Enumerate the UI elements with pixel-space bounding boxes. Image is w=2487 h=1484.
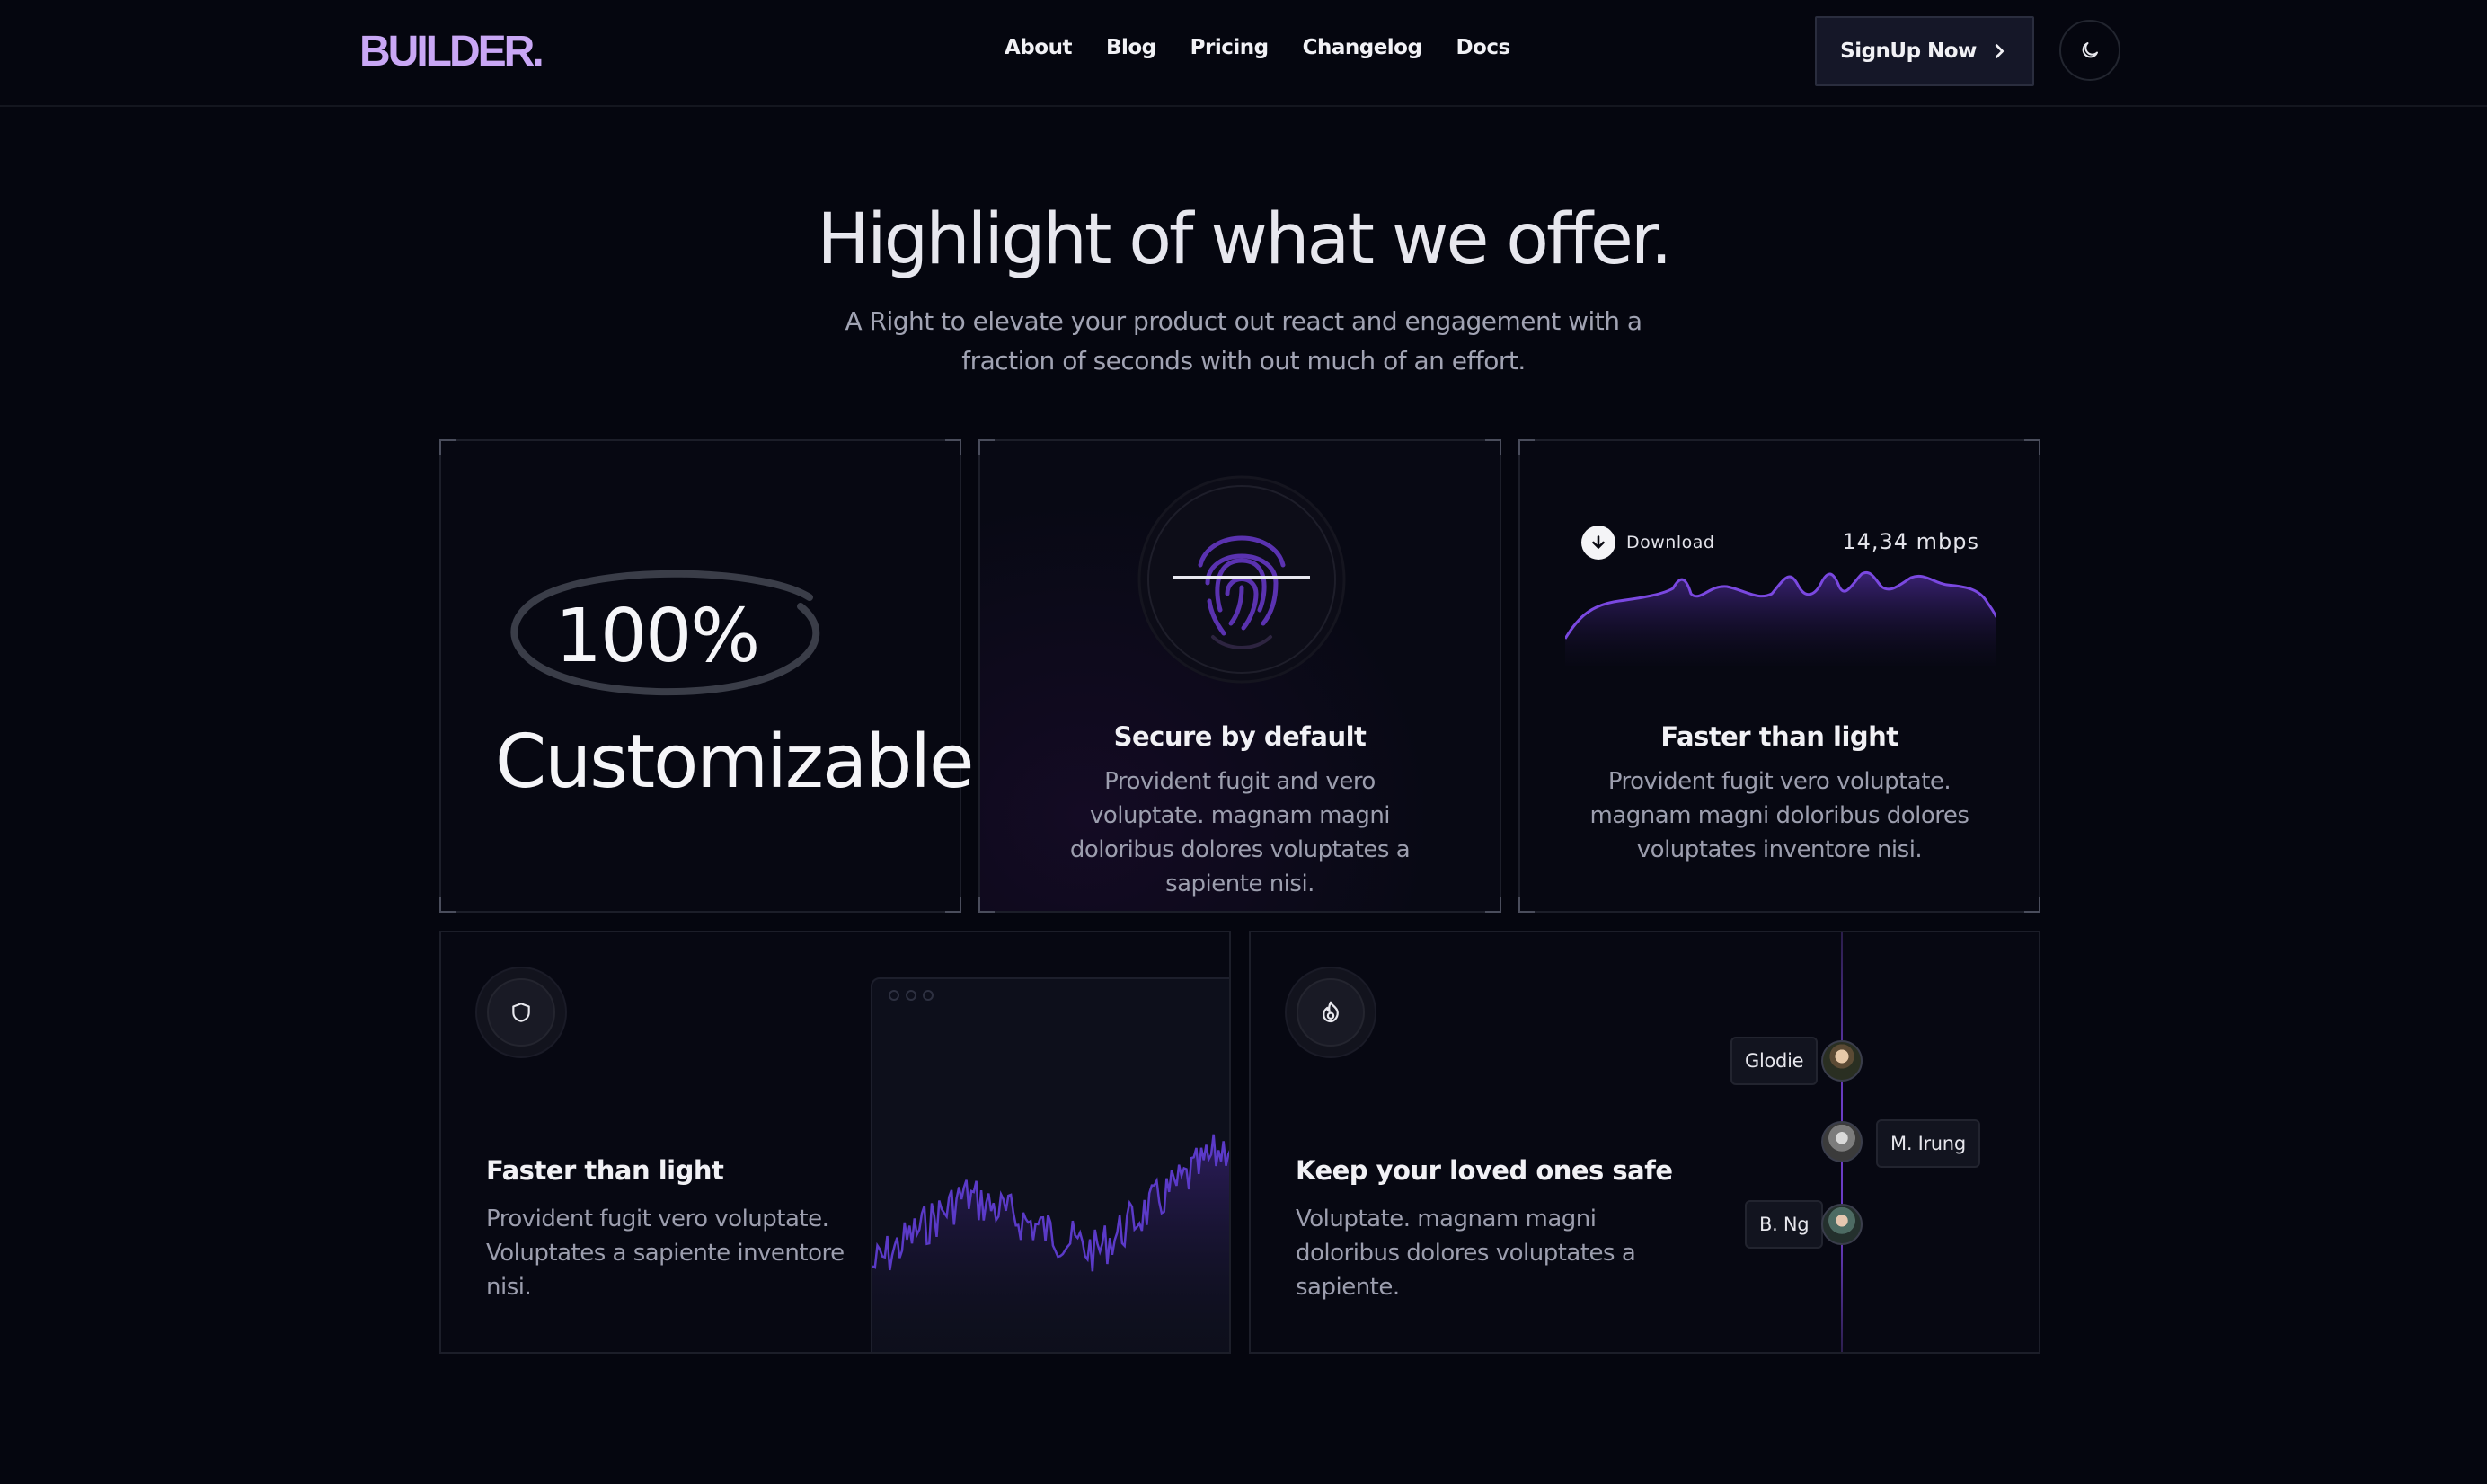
download-speed: 14,34 mbps (1842, 529, 1979, 554)
nav-blog[interactable]: Blog (1106, 36, 1156, 59)
speed-wave-chart (1565, 571, 1996, 666)
person-tag-glodie: Glodie (1730, 1037, 1819, 1085)
avatar (1821, 1204, 1863, 1245)
stock-chart (872, 1134, 1229, 1352)
shield-badge (475, 967, 567, 1058)
safe-text: Voluptate. magnam magni doloribus dolore… (1296, 1206, 1636, 1301)
faster-text: Provident fugit vero voluptate. Voluptat… (486, 1206, 845, 1301)
person-tag-b-ng: B. Ng (1745, 1200, 1824, 1249)
avatar (1821, 1040, 1863, 1082)
fingerprint-icon (1137, 475, 1346, 684)
secure-title: Secure by default (1113, 721, 1367, 752)
speed-card: Download 14,34 mbps Faster than light Pr… (1518, 439, 2040, 913)
fire-icon (1323, 1001, 1339, 1023)
window-dots (889, 990, 934, 1001)
person-tag-m-irung: M. Irung (1876, 1119, 1980, 1168)
safe-title: Keep your loved ones safe (1296, 1155, 1673, 1186)
nav-pricing[interactable]: Pricing (1190, 36, 1269, 59)
safe-card: Keep your loved ones safe Voluptate. mag… (1249, 931, 2040, 1354)
nav-docs[interactable]: Docs (1456, 36, 1510, 59)
chevron-right-icon (1995, 44, 2004, 58)
speed-title: Faster than light (1660, 721, 1898, 752)
customizable-card: 100% Customizable (439, 439, 975, 913)
customizable-label: Customizable (495, 720, 975, 805)
percent-value: 100% (554, 594, 760, 679)
secure-card: Secure by default Provident fugit and ve… (978, 439, 1501, 913)
page-subtitle: A Right to elevate your product out reac… (845, 306, 1642, 375)
secure-text: Provident fugit and vero voluptate. magn… (1069, 768, 1411, 897)
signup-button[interactable]: SignUp Now (1815, 16, 2034, 86)
download-icon (1581, 526, 1615, 560)
signup-label: SignUp Now (1840, 40, 1977, 63)
chart-window (871, 977, 1229, 1352)
nav-changelog[interactable]: Changelog (1303, 36, 1422, 59)
page-title: Highlight of what we offer. (817, 199, 1672, 280)
download-label: Download (1626, 533, 1715, 552)
faster-card: Faster than light Provident fugit vero v… (439, 931, 1231, 1354)
shield-icon (512, 1003, 530, 1022)
moon-icon (2082, 42, 2098, 58)
main-nav: About Blog Pricing Changelog Docs (1005, 36, 1510, 59)
faster-title: Faster than light (486, 1155, 724, 1186)
logo[interactable]: BUILDER. (359, 27, 544, 76)
site-header: BUILDER. About Blog Pricing Changelog Do… (0, 0, 2487, 107)
speed-text: Provident fugit vero voluptate. magnam m… (1589, 768, 1969, 863)
avatar (1821, 1121, 1863, 1162)
theme-toggle-button[interactable] (2059, 20, 2120, 81)
nav-about[interactable]: About (1005, 36, 1072, 59)
fire-badge (1285, 967, 1376, 1058)
